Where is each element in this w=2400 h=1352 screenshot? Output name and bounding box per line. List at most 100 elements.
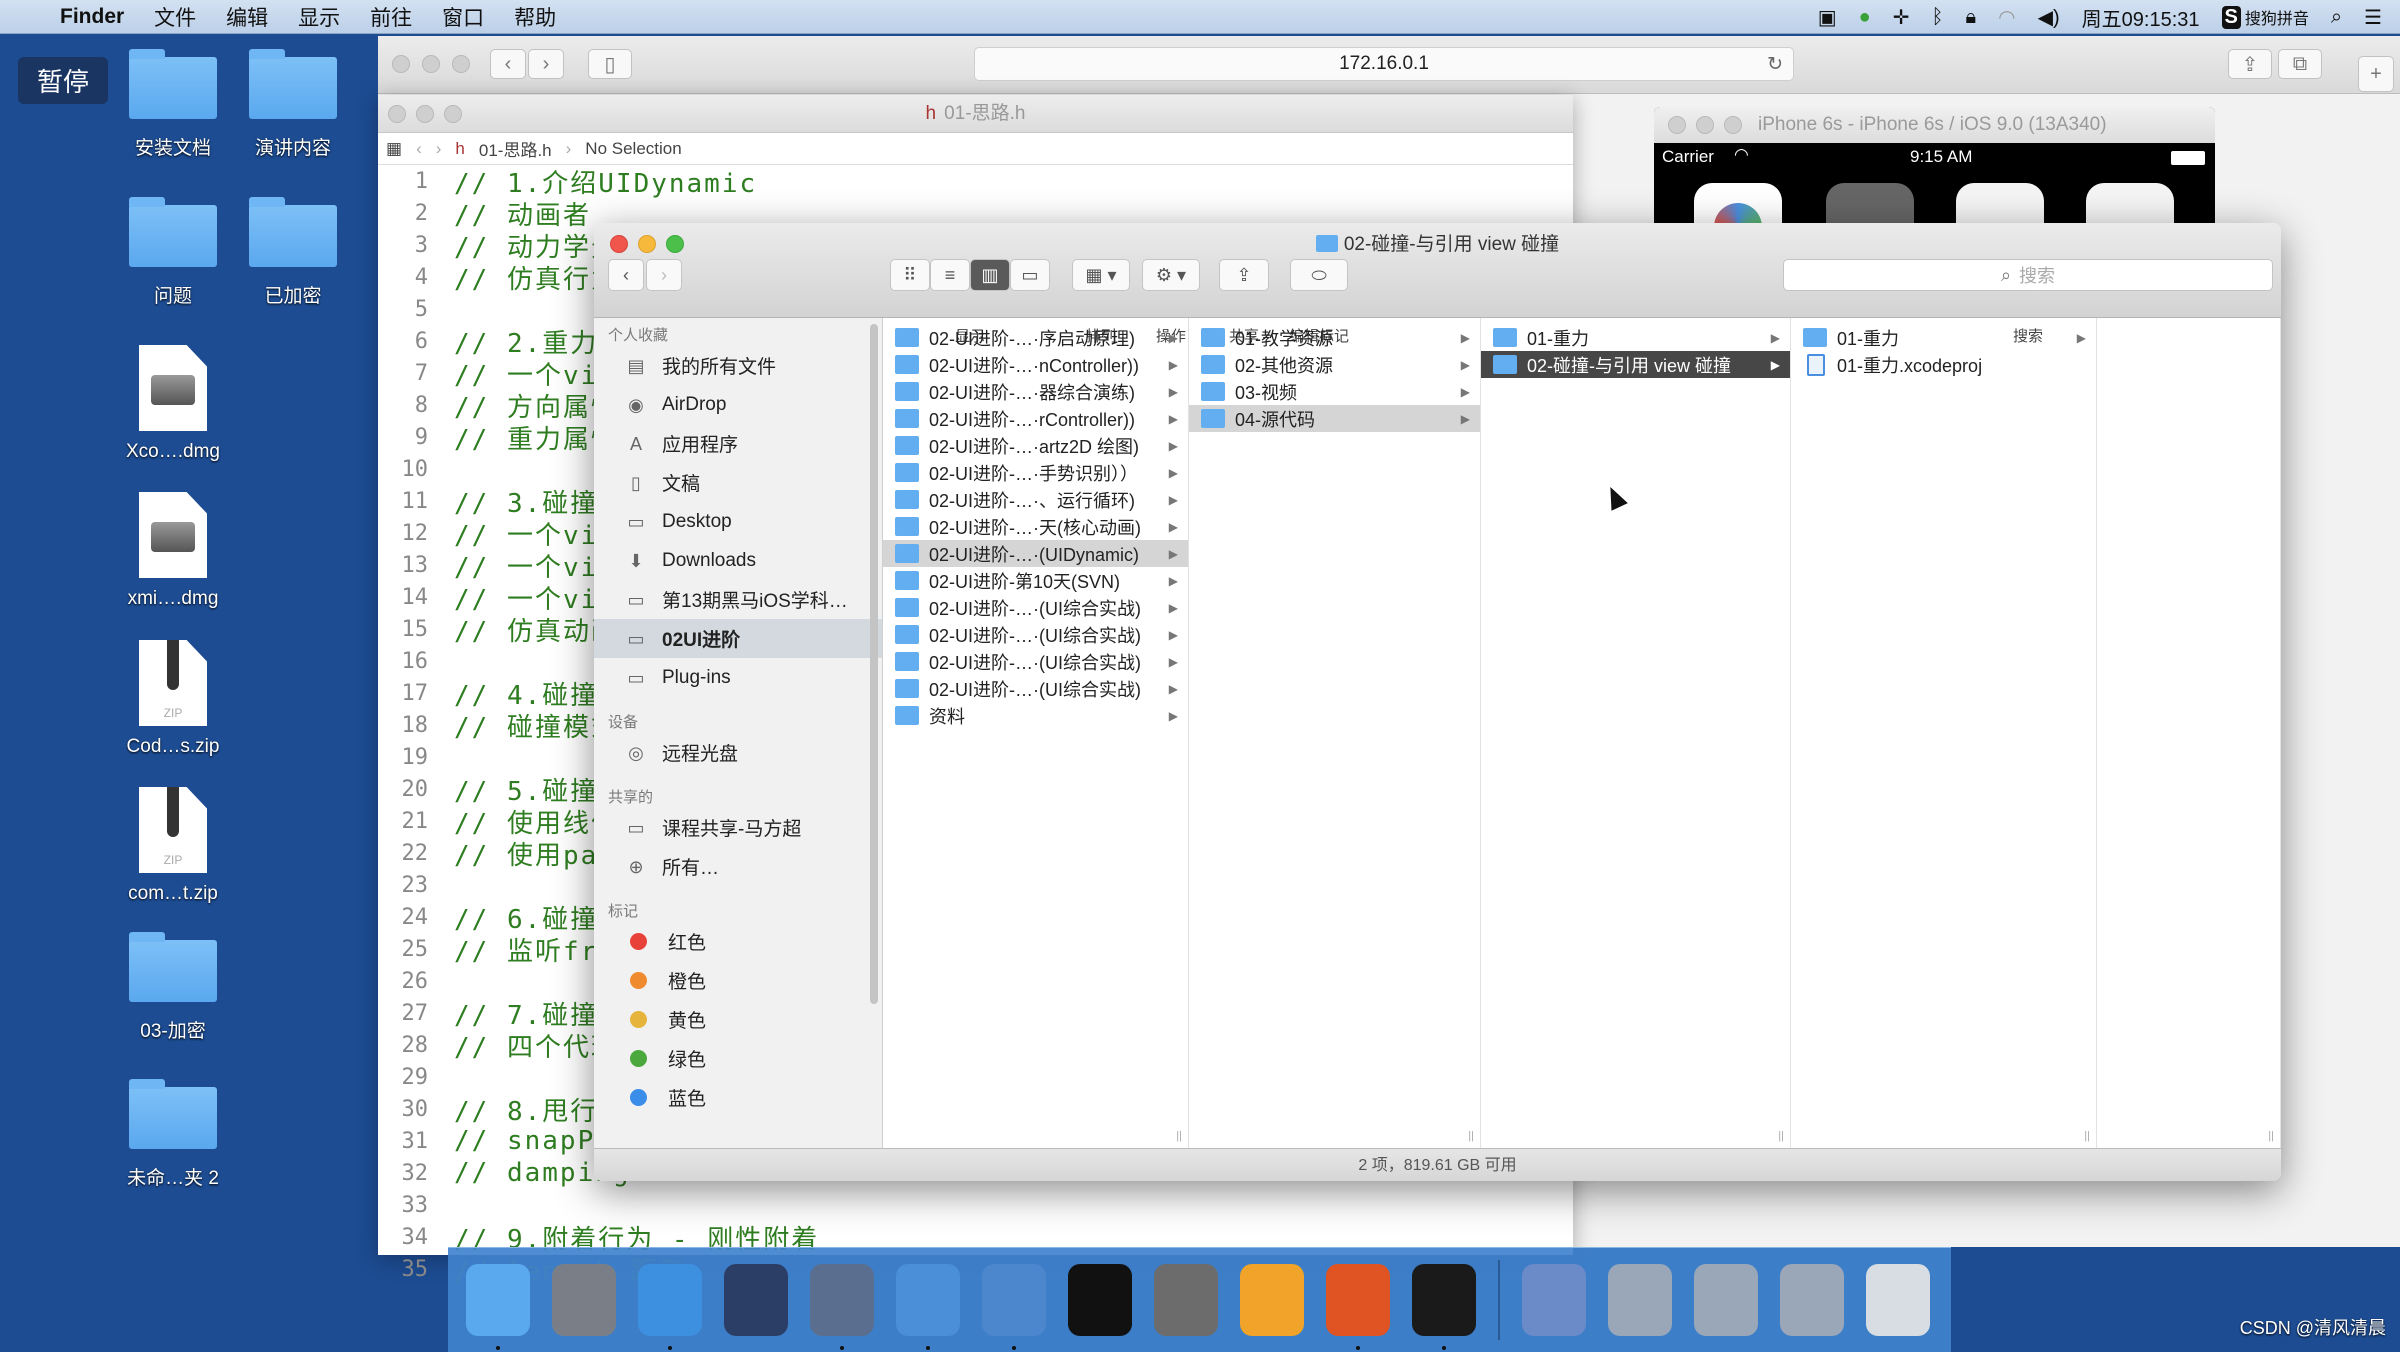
desktop-icon-zip[interactable]: ZIP com…t.zip xyxy=(113,787,233,905)
column-item[interactable]: 02-UI进阶-…·器综合演练) ▶ xyxy=(883,378,1188,405)
sidebar-item[interactable]: ◉ AirDrop xyxy=(594,385,882,424)
sidebar-item[interactable]: 黄色 xyxy=(594,1000,882,1039)
sidebar-item[interactable]: ▭ Desktop xyxy=(594,502,882,541)
video-app-icon[interactable] xyxy=(810,1264,874,1350)
column-resize-handle[interactable]: || xyxy=(1778,1130,1784,1142)
menu-item[interactable]: 窗口 xyxy=(442,2,484,32)
breadcrumb-selection[interactable]: No Selection xyxy=(585,139,681,159)
column-item[interactable]: 02-UI进阶-第10天(SVN) ▶ xyxy=(883,567,1188,594)
sidebar-item[interactable]: ▤ 我的所有文件 xyxy=(594,346,882,385)
screen-share-1-icon[interactable] xyxy=(1608,1264,1672,1336)
column-item[interactable]: 02-UI进阶-…·天(核心动画) ▶ xyxy=(883,513,1188,540)
column-resize-handle[interactable]: || xyxy=(2268,1130,2274,1142)
sidebar-item[interactable]: A 应用程序 xyxy=(594,424,882,463)
presentation-icon[interactable] xyxy=(1326,1264,1390,1350)
column-item[interactable]: 02-UI进阶-…·artz2D 绘图) ▶ xyxy=(883,432,1188,459)
sketch-icon[interactable] xyxy=(1240,1264,1304,1336)
column-item[interactable]: 02-碰撞-与引用 view 碰撞 ▶ xyxy=(1481,351,1790,378)
menu-finder[interactable]: Finder xyxy=(60,5,124,29)
sidebar-item[interactable]: ⬇ Downloads xyxy=(594,541,882,580)
minimize-button[interactable] xyxy=(1696,116,1714,134)
sidebar-item[interactable]: 红色 xyxy=(594,922,882,961)
trash-icon[interactable] xyxy=(1866,1264,1930,1336)
sidebar-item[interactable]: ◎ 远程光盘 xyxy=(594,733,882,772)
desktop-icon-folder[interactable]: 安装文档 xyxy=(113,49,233,160)
desktop-icon-folder[interactable]: 演讲内容 xyxy=(233,49,353,160)
minimize-button[interactable] xyxy=(422,55,440,73)
column-item[interactable]: 02-UI进阶-…·序启动原理) ▶ xyxy=(883,324,1188,351)
share-icon[interactable]: ⇪ xyxy=(2228,49,2272,79)
desktop-icon-dmg[interactable]: xmi….dmg xyxy=(113,492,233,610)
console-icon[interactable] xyxy=(1412,1264,1476,1350)
column-item[interactable]: 01-重力 ▶ xyxy=(1481,324,1790,351)
terminal-icon[interactable] xyxy=(1068,1264,1132,1336)
column-resize-handle[interactable]: || xyxy=(1176,1130,1182,1142)
volume-icon[interactable]: ◀) xyxy=(2038,5,2060,30)
menu-item[interactable]: 文件 xyxy=(154,2,196,32)
column-item[interactable]: 资料 ▶ xyxy=(883,702,1188,729)
finder-icon[interactable] xyxy=(466,1264,530,1350)
desktop-icon-folder[interactable]: 未命…夹 2 xyxy=(113,1079,233,1190)
column-item[interactable]: 01-教学资源 ▶ xyxy=(1189,324,1480,351)
clock[interactable]: 周五09:15:31 xyxy=(2082,3,2200,32)
column-item[interactable]: 01-重力 ▶ xyxy=(1791,324,2096,351)
back-button[interactable]: ‹ xyxy=(490,49,526,79)
launchpad-icon[interactable] xyxy=(552,1264,616,1336)
close-button[interactable] xyxy=(388,105,406,123)
column-item[interactable]: 01-重力.xcodeproj xyxy=(1791,351,2096,378)
column-item[interactable]: 02-其他资源 ▶ xyxy=(1189,351,1480,378)
menu-item[interactable]: 编辑 xyxy=(226,2,268,32)
back-button[interactable]: ‹ xyxy=(608,259,644,291)
view-columns-button[interactable]: ▥ xyxy=(970,259,1010,291)
sidebar-scrollbar[interactable] xyxy=(870,324,878,1004)
quicktime-doc-icon[interactable] xyxy=(1522,1264,1586,1336)
column-item[interactable]: 04-源代码 ▶ xyxy=(1189,405,1480,432)
instruments-icon[interactable] xyxy=(982,1264,1046,1350)
forward-button[interactable]: › xyxy=(528,49,564,79)
address-bar[interactable]: 172.16.0.1 ↻ xyxy=(974,47,1794,81)
input-method-menu[interactable]: S 搜狗拼音 xyxy=(2221,5,2309,29)
column-resize-handle[interactable]: || xyxy=(1468,1130,1474,1142)
desktop-icon-folder[interactable]: 已加密 xyxy=(233,197,353,308)
plus-cross-icon[interactable]: ✛ xyxy=(1893,5,1910,30)
desktop-icon-folder[interactable]: 03-加密 xyxy=(113,932,233,1043)
sidebar-item[interactable]: ▭ 课程共享-马方超 xyxy=(594,808,882,847)
sidebar-toggle-icon[interactable]: ▯ xyxy=(588,49,632,79)
zoom-button[interactable] xyxy=(452,55,470,73)
green-app-icon[interactable]: ● xyxy=(1859,6,1871,29)
spotlight-search-icon[interactable]: ⌕ xyxy=(2331,6,2342,29)
search-field[interactable]: ⌕ 搜索 xyxy=(1783,259,2273,291)
new-tab-icon[interactable]: + xyxy=(2358,56,2394,92)
lock-icon[interactable]: 🔒︎ xyxy=(1966,6,1977,29)
view-icons-button[interactable]: ⠿ xyxy=(890,259,930,291)
desktop-icon-folder[interactable]: 问题 xyxy=(113,197,233,308)
sidebar-item[interactable]: 绿色 xyxy=(594,1039,882,1078)
sidebar-item[interactable]: ▭ 02UI进阶 xyxy=(594,619,882,658)
column-item[interactable]: 02-UI进阶-…·rController)) ▶ xyxy=(883,405,1188,432)
column-item[interactable]: 02-UI进阶-…·(UI综合实战) ▶ xyxy=(883,648,1188,675)
column-item[interactable]: 02-UI进阶-…·手势识别）） ▶ xyxy=(883,459,1188,486)
sidebar-item[interactable]: ⊕ 所有… xyxy=(594,847,882,886)
column-item[interactable]: 02-UI进阶-…·(UI综合实战) ▶ xyxy=(883,675,1188,702)
action-gear-button[interactable]: ⚙ ▾ xyxy=(1142,259,1200,291)
sidebar-item[interactable]: 蓝色 xyxy=(594,1078,882,1117)
column-resize-handle[interactable]: || xyxy=(2084,1130,2090,1142)
screen-share-3-icon[interactable] xyxy=(1780,1264,1844,1336)
safari-icon[interactable] xyxy=(638,1264,702,1350)
view-coverflow-button[interactable]: ▭ xyxy=(1010,259,1050,291)
bluetooth-icon[interactable]: ᛒ xyxy=(1932,6,1944,29)
column-item[interactable]: 02-UI进阶-…·(UI综合实战) ▶ xyxy=(883,621,1188,648)
close-button[interactable] xyxy=(1668,116,1686,134)
edit-tags-button[interactable]: ⬭ xyxy=(1290,259,1348,291)
related-items-icon[interactable]: ▦ xyxy=(386,139,402,159)
arrange-button[interactable]: ▦ ▾ xyxy=(1072,259,1130,291)
menu-item[interactable]: 显示 xyxy=(298,2,340,32)
mouse-app-icon[interactable] xyxy=(724,1264,788,1336)
sidebar-item[interactable]: ▭ Plug-ins xyxy=(594,658,882,697)
forward-icon[interactable]: › xyxy=(436,139,442,159)
breadcrumb-file[interactable]: 01-思路.h xyxy=(479,136,552,161)
column-item[interactable]: 02-UI进阶-…·、运行循环) ▶ xyxy=(883,486,1188,513)
menu-item[interactable]: 帮助 xyxy=(514,2,556,32)
wifi-icon[interactable]: ◠ xyxy=(1998,5,2015,30)
column-item[interactable]: 03-视频 ▶ xyxy=(1189,378,1480,405)
